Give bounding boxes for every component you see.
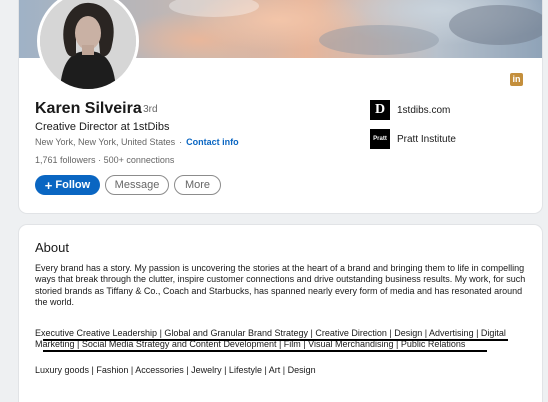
profile-location: New York, New York, United States [35,137,176,147]
stats-separator: · [98,155,102,165]
location-separator: · [179,137,183,147]
stats-line: 1,761 followers · 500+ connections [35,155,174,165]
follow-label: Follow [55,179,91,191]
linkedin-icon[interactable]: in [510,73,523,86]
pratt-logo: Pratt [370,129,390,149]
about-title: About [35,240,69,255]
company-1stdibs[interactable]: D 1stdibs.com [370,100,450,120]
school-pratt[interactable]: Pratt Pratt Institute [370,129,456,149]
followers-count[interactable]: 1,761 followers [35,155,96,165]
profile-name: Karen Silveira [35,100,142,117]
about-industries-paragraph: Luxury goods | Fashion | Accessories | J… [35,365,316,375]
location-line: New York, New York, United States · Cont… [35,137,239,147]
plus-icon: + [44,177,53,193]
contact-info-link[interactable]: Contact info [186,137,239,147]
follow-button[interactable]: + Follow [35,175,100,195]
avatar[interactable] [37,0,139,92]
profile-actions: + Follow Message More [35,175,221,195]
connections-count: 500+ connections [103,155,175,165]
underline-mark [43,350,487,352]
underline-mark [43,339,508,341]
profile-card: in Karen Silveira · 3rd Creative Directo… [19,0,542,213]
message-button[interactable]: Message [105,175,169,195]
about-paragraph: Every brand has a story. My passion is u… [35,263,526,307]
connection-degree: · 3rd [137,104,158,115]
1stdibs-logo: D [370,100,390,120]
school-name: Pratt Institute [397,133,456,145]
about-card: About Every brand has a story. My passio… [19,225,542,402]
profile-headline: Creative Director at 1stDibs [35,121,170,133]
more-button[interactable]: More [174,175,221,195]
company-name: 1stdibs.com [397,104,451,116]
